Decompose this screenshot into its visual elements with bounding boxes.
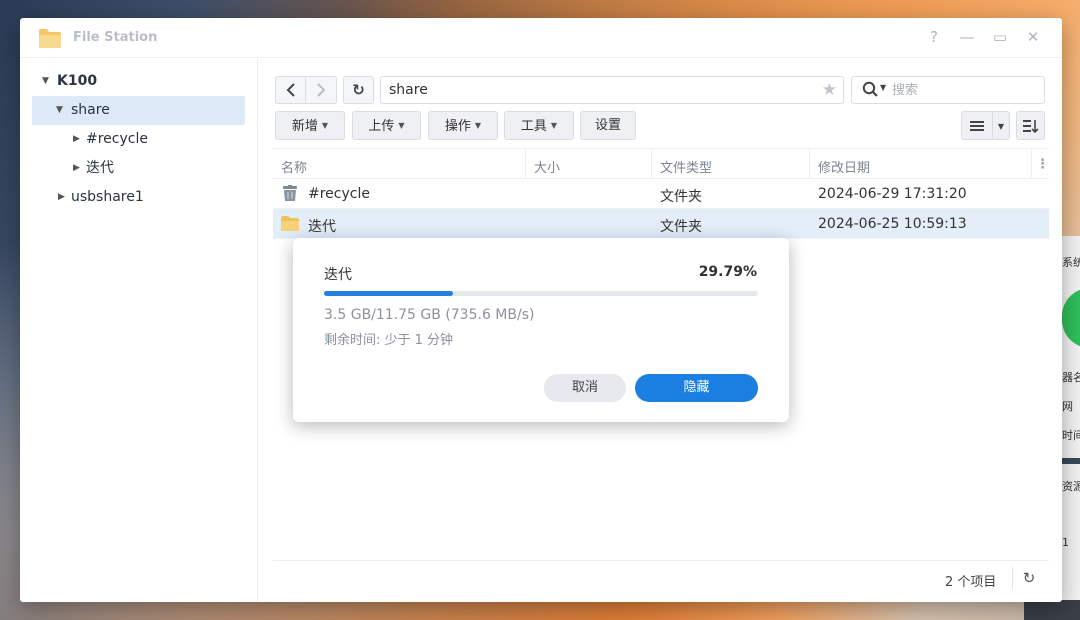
dropdown-arrow-icon: ▼ [322, 121, 328, 130]
tree-item-recycle[interactable]: ▶ #recycle [32, 125, 245, 154]
column-divider[interactable] [809, 149, 810, 179]
caret-down-icon[interactable]: ▼ [56, 96, 63, 125]
table-row[interactable]: 迭代 文件夹 2024-06-25 10:59:13 [273, 209, 1049, 239]
folder-tree: ▼ K100 ▼ share ▶ #recycle ▶ 迭代 ▶ usbshar… [20, 59, 258, 602]
tree-item-diedai[interactable]: ▶ 迭代 [32, 154, 245, 183]
file-modified: 2024-06-25 10:59:13 [818, 216, 967, 232]
column-header-size[interactable]: 大小 [534, 157, 560, 176]
sort-icon [1023, 119, 1039, 133]
sort-button[interactable] [1016, 111, 1045, 140]
upload-button-label: 上传 [368, 119, 394, 134]
minimize-button[interactable]: — [958, 28, 976, 46]
list-view-button[interactable] [961, 111, 993, 140]
background-text: 系统 [1062, 254, 1080, 270]
caret-down-icon[interactable]: ▼ [42, 67, 49, 96]
column-header-name[interactable]: 名称 [281, 157, 307, 176]
tree-root-k100[interactable]: ▼ K100 [32, 67, 245, 96]
tree-item-share[interactable]: ▼ share [32, 96, 245, 125]
column-divider[interactable] [525, 149, 526, 179]
folder-icon [281, 215, 299, 232]
window-title: File Station [73, 30, 157, 45]
dropdown-arrow-icon: ▼ [551, 121, 557, 130]
create-button[interactable]: 新增 ▼ [275, 111, 345, 140]
background-text: 1 [1062, 536, 1069, 549]
current-path: share [389, 82, 428, 98]
refresh-icon: ↻ [352, 81, 365, 99]
view-dropdown-button[interactable]: ▼ [992, 111, 1010, 140]
file-name: #recycle [308, 186, 370, 202]
search-dropdown-icon[interactable]: ▼ [880, 83, 886, 92]
tree-item-label: K100 [57, 67, 97, 96]
folder-app-icon [38, 27, 62, 49]
caret-right-icon[interactable]: ▶ [73, 154, 80, 183]
remaining-time: 剩余时间: 少于 1 分钟 [324, 329, 453, 348]
footer-refresh-icon[interactable]: ↻ [1017, 566, 1041, 590]
cancel-button[interactable]: 取消 [544, 374, 626, 402]
background-text: 网 [1062, 398, 1073, 414]
upload-button[interactable]: 上传 ▼ [352, 111, 421, 140]
settings-button[interactable]: 设置 [580, 111, 636, 140]
recycle-bin-icon [281, 185, 299, 202]
file-name: 迭代 [308, 216, 336, 236]
caret-right-icon[interactable]: ▶ [58, 183, 65, 212]
help-button[interactable]: ? [925, 28, 943, 46]
tools-button[interactable]: 工具 ▼ [504, 111, 574, 140]
file-type: 文件夹 [660, 186, 702, 206]
transfer-name: 迭代 [324, 264, 352, 284]
column-divider[interactable] [651, 149, 652, 179]
dropdown-arrow-icon: ▼ [398, 121, 404, 130]
hide-button[interactable]: 隐藏 [635, 374, 758, 402]
background-taskbar [1024, 600, 1080, 620]
file-type: 文件夹 [660, 216, 702, 236]
tree-item-label: #recycle [86, 125, 148, 154]
search-icon[interactable] [862, 81, 880, 99]
transfer-percent: 29.79% [699, 264, 757, 280]
tree-item-label: 迭代 [86, 154, 114, 183]
progress-bar-fill [324, 291, 453, 296]
column-divider[interactable] [1031, 149, 1032, 179]
action-button-label: 操作 [445, 119, 471, 134]
list-view-icon [970, 120, 984, 132]
file-modified: 2024-06-29 17:31:20 [818, 186, 967, 202]
star-icon[interactable]: ★ [822, 80, 837, 100]
chevron-right-icon [316, 83, 326, 97]
upload-progress-dialog: 迭代 29.79% 3.5 GB/11.75 GB (735.6 MB/s) 剩… [293, 238, 789, 422]
dropdown-arrow-icon: ▼ [475, 121, 481, 130]
search-box[interactable]: ▼ [851, 76, 1045, 104]
tools-button-label: 工具 [521, 119, 547, 134]
status-check-icon [1062, 288, 1080, 348]
create-button-label: 新增 [292, 119, 318, 134]
background-text: 时间 [1062, 427, 1080, 443]
column-header-modified[interactable]: 修改日期 [818, 157, 870, 176]
forward-button[interactable] [306, 76, 337, 104]
background-divider [1060, 458, 1080, 464]
back-button[interactable] [275, 76, 306, 104]
action-button[interactable]: 操作 ▼ [428, 111, 498, 140]
column-options-icon[interactable]: ⋮ [1036, 157, 1049, 172]
caret-right-icon[interactable]: ▶ [73, 125, 80, 154]
tree-item-usbshare1[interactable]: ▶ usbshare1 [32, 183, 245, 212]
background-text: 资源 [1062, 478, 1080, 494]
status-bar: 2 个项目 ↻ [273, 560, 1049, 594]
maximize-button[interactable]: ▭ [991, 28, 1009, 46]
close-button[interactable]: ✕ [1024, 28, 1042, 46]
chevron-down-icon: ▼ [998, 122, 1004, 131]
refresh-button[interactable]: ↻ [343, 76, 374, 104]
search-input[interactable] [892, 81, 1032, 99]
chevron-left-icon [286, 83, 296, 97]
table-header: 名称 大小 文件类型 修改日期 ⋮ [273, 148, 1049, 179]
tree-item-label: share [71, 96, 110, 125]
transfer-size: 3.5 GB/11.75 GB (735.6 MB/s) [324, 307, 534, 323]
tree-item-label: usbshare1 [71, 183, 144, 212]
progress-bar [324, 291, 758, 296]
path-bar[interactable]: share ★ [380, 76, 844, 104]
title-bar[interactable]: File Station ? — ▭ ✕ [20, 18, 1062, 58]
table-row[interactable]: #recycle 文件夹 2024-06-29 17:31:20 [273, 179, 1049, 209]
column-header-type[interactable]: 文件类型 [660, 157, 712, 176]
footer-divider [1012, 567, 1013, 589]
settings-button-label: 设置 [595, 118, 621, 133]
item-count: 2 个项目 [945, 571, 996, 590]
background-text: 器名 [1062, 369, 1080, 385]
